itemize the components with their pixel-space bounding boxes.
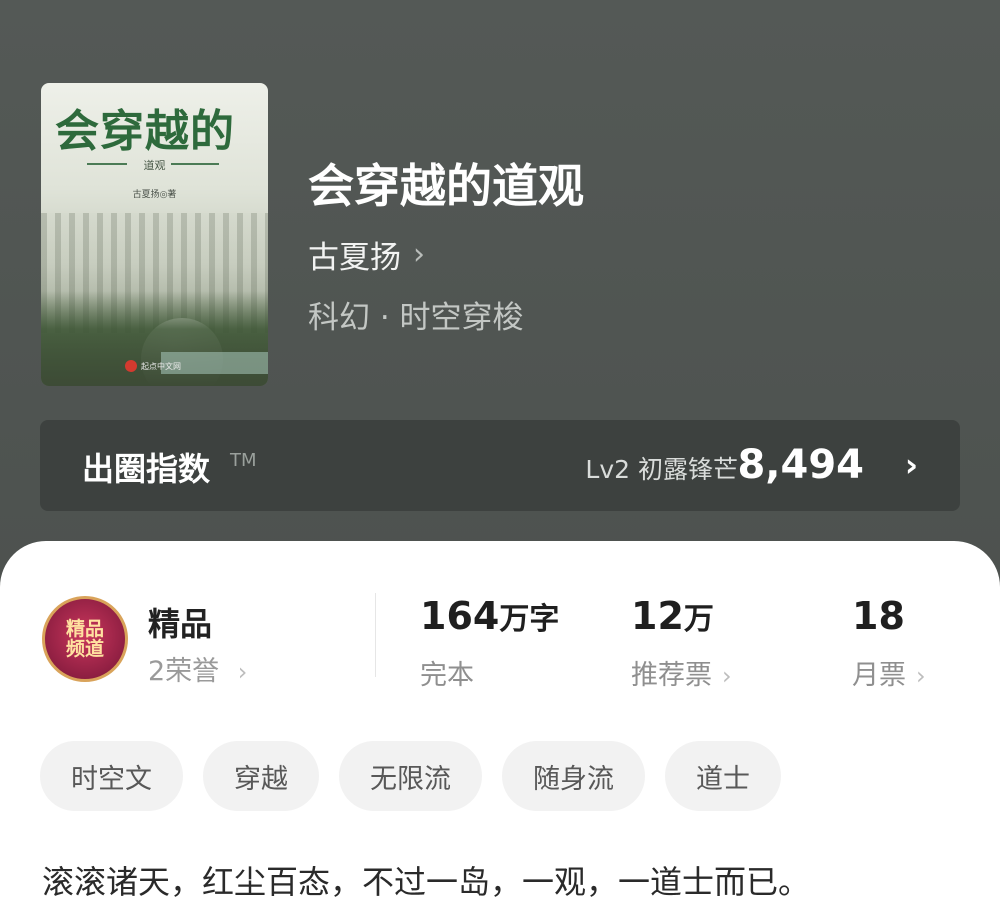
- chevron-right-icon: ›: [916, 662, 926, 690]
- book-cover[interactable]: 会穿越的 道观 古夏扬◎著 起点中文网: [41, 83, 268, 386]
- tag-chip[interactable]: 无限流: [339, 741, 482, 811]
- book-info-card: 精品 频道 精品 2荣誉 › 164万字 完本 12万 推荐票 › 18 月票 › …: [0, 541, 1000, 911]
- trademark-mark: TM: [230, 450, 257, 471]
- word-count: 164万字: [420, 594, 559, 638]
- honor-link[interactable]: 2荣誉 ›: [148, 649, 247, 688]
- popularity-index-bar[interactable]: 出圈指数 TM Lv2 初露锋芒 8,494 ›: [40, 420, 960, 511]
- chevron-right-icon: ›: [904, 446, 918, 484]
- publisher-logo-text: 起点中文网: [141, 362, 181, 371]
- completion-label: 完本: [420, 660, 474, 691]
- tag-list: 时空文 穿越 无限流 随身流 道士: [40, 741, 801, 811]
- book-title: 会穿越的道观: [308, 159, 584, 213]
- author-name: 古夏扬: [308, 240, 401, 276]
- tag-chip[interactable]: 随身流: [502, 741, 645, 811]
- chevron-right-icon: ›: [237, 658, 248, 686]
- index-label: 出圈指数: [82, 450, 211, 488]
- badge-line-2: 频道: [65, 638, 104, 660]
- index-value: 8,494: [737, 442, 864, 488]
- publisher-logo-icon: [125, 360, 137, 372]
- monthly-link[interactable]: 月票 ›: [852, 653, 926, 692]
- honor-count: 2荣誉: [148, 656, 220, 687]
- author-link[interactable]: 古夏扬 ›: [308, 232, 425, 277]
- word-count-unit: 万字: [499, 602, 560, 637]
- tag-chip[interactable]: 穿越: [203, 741, 319, 811]
- cover-author: 古夏扬◎著: [132, 190, 177, 200]
- divider: [375, 593, 376, 677]
- honor-title: 精品: [148, 605, 213, 643]
- word-count-num: 164: [420, 594, 500, 638]
- chevron-right-icon: ›: [413, 237, 425, 272]
- index-level: Lv2 初露锋芒: [585, 455, 738, 484]
- tag-chip[interactable]: 道士: [665, 741, 781, 811]
- recommend-link[interactable]: 推荐票 ›: [631, 653, 732, 692]
- recommend-num: 12: [631, 594, 684, 638]
- monthly-label: 月票: [852, 660, 906, 691]
- cover-title: 会穿越的: [55, 106, 235, 157]
- monthly-num: 18: [852, 594, 905, 638]
- premium-channel-badge-icon[interactable]: 精品 频道: [42, 596, 128, 682]
- recommend-tickets: 12万: [631, 594, 714, 638]
- recommend-unit: 万: [683, 602, 714, 637]
- tag-chip[interactable]: 时空文: [40, 741, 183, 811]
- completion-status: 完本: [420, 653, 474, 692]
- recommend-label: 推荐票: [631, 660, 712, 691]
- book-genre[interactable]: 科幻 · 时空穿梭: [308, 292, 524, 337]
- monthly-tickets: 18: [852, 594, 905, 638]
- chevron-right-icon: ›: [722, 662, 732, 690]
- book-description: 滚滚诸天，红尘百态，不过一岛，一观，一道士而已。: [42, 863, 811, 901]
- cover-subtitle: 道观: [143, 159, 166, 172]
- badge-line-1: 精品: [65, 618, 104, 640]
